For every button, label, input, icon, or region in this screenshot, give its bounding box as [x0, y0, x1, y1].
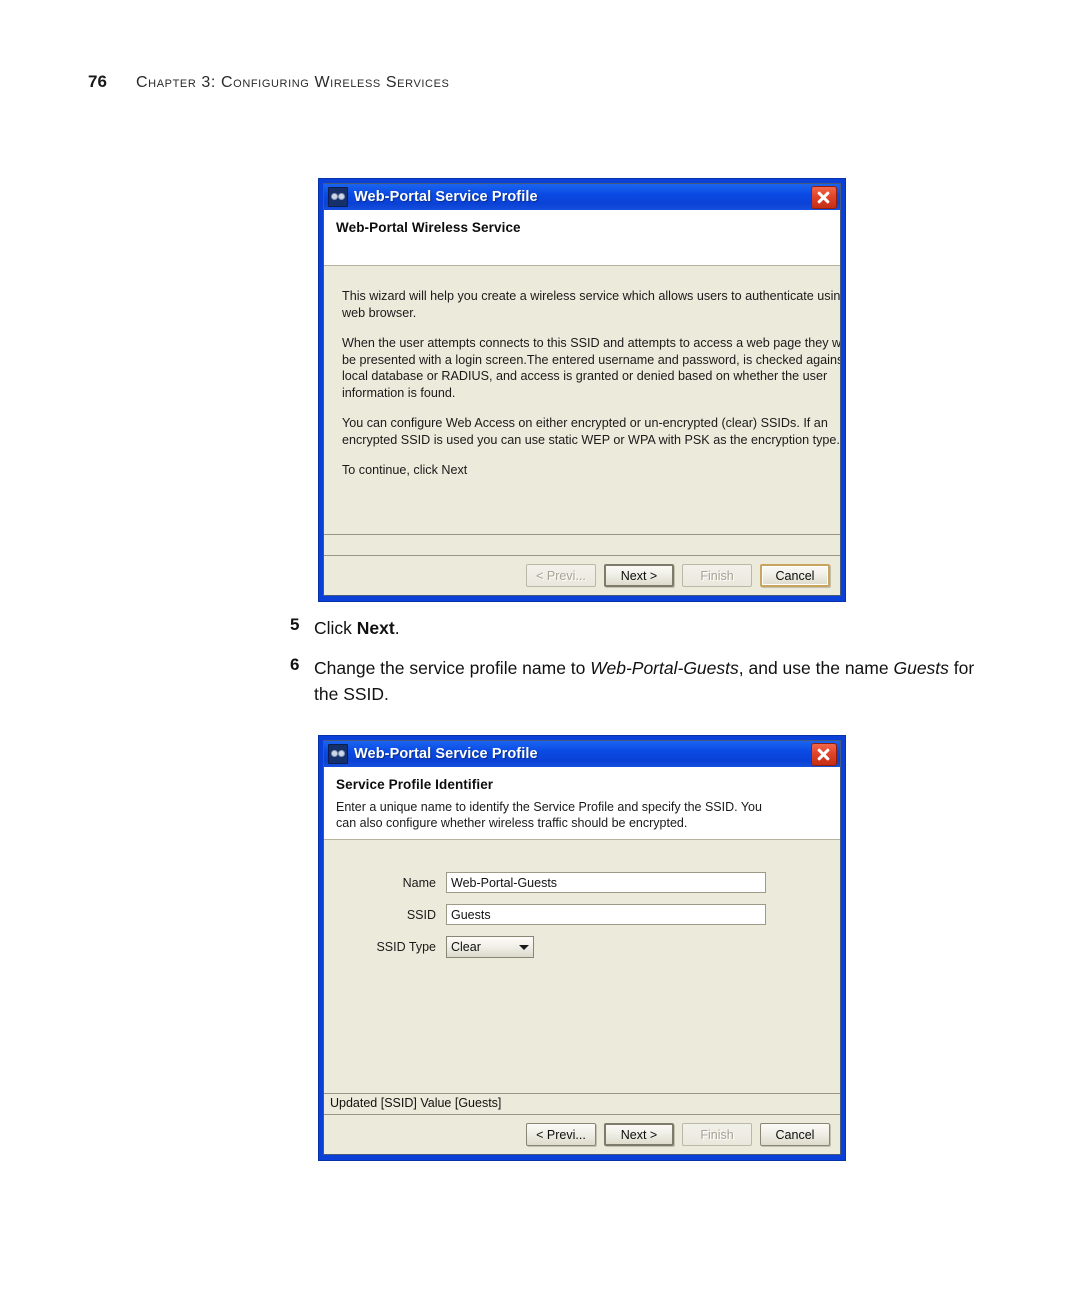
paragraph-line: You can configure Web Access on either e… [342, 416, 828, 430]
step-text: Click Next. [314, 615, 400, 641]
step-number: 6 [290, 655, 300, 674]
dialog1-body: This wizard will help you create a wirel… [324, 266, 840, 534]
form-row-name: Name Web-Portal-Guests [342, 872, 820, 893]
name-label: Name [402, 875, 436, 890]
dialog-service-profile-identifier: Web-Portal Service Profile Service Profi… [318, 735, 846, 1161]
ssid-label: SSID [406, 907, 436, 922]
next-button[interactable]: Next > [604, 1123, 674, 1146]
dialog2-header: Service Profile Identifier Enter a uniqu… [324, 767, 840, 840]
step-text-part: Click [314, 618, 357, 638]
chapter-header: Chapter 3: Configuring Wireless Services [136, 74, 450, 91]
dialog2-body: Name Web-Portal-Guests SSID Guests SSID … [324, 840, 840, 1093]
form-row-ssid: SSID Guests [342, 904, 820, 925]
dialog-inner-frame: Web-Portal Service Profile Web-Portal Wi… [323, 183, 841, 596]
paragraph-line: When the user attempts connects to this … [342, 336, 840, 350]
dialog-web-portal-wireless-service: Web-Portal Service Profile Web-Portal Wi… [318, 178, 846, 602]
dialog1-paragraph-1: This wizard will help you create a wirel… [342, 288, 840, 321]
binoculars-icon [328, 744, 348, 764]
paragraph-line: This wizard will help you create a wirel… [342, 289, 840, 303]
step-number: 5 [290, 615, 300, 634]
cancel-button[interactable]: Cancel [760, 564, 830, 587]
step-text-part: . [394, 618, 400, 638]
dialog2-heading: Service Profile Identifier [336, 777, 494, 792]
paragraph-line: To continue, click Next [342, 463, 468, 477]
paragraph-line: be presented with a login screen.The ent… [342, 352, 840, 367]
ssid-type-value: Clear [451, 940, 481, 954]
close-icon[interactable] [811, 742, 837, 766]
paragraph-line: encrypted SSID is used you can use stati… [342, 432, 840, 447]
dialog1-status-bar [324, 534, 840, 555]
previous-button[interactable]: < Previ... [526, 1123, 596, 1146]
binoculars-icon [328, 187, 348, 207]
step-item: 5 Click Next. [290, 615, 990, 641]
finish-button: Finish [682, 1123, 752, 1146]
paragraph-line: web browser. [342, 305, 417, 320]
dialog1-header: Web-Portal Wireless Service [324, 210, 840, 266]
step-text-part: Change the service profile name to [314, 658, 591, 678]
finish-button: Finish [682, 564, 752, 587]
close-icon[interactable] [811, 185, 837, 209]
dialog2-description: Enter a unique name to identify the Serv… [336, 799, 828, 831]
step-text-part: Next [356, 618, 395, 638]
instruction-steps: 5 Click Next. 6 Change the service profi… [290, 615, 990, 721]
step-text-part: Guests [893, 658, 949, 678]
dialog1-paragraph-4: To continue, click Next [342, 462, 820, 479]
description-line: Enter a unique name to identify the Serv… [336, 800, 762, 814]
ssid-type-select[interactable]: Clear [446, 936, 534, 958]
step-text-part: Web-Portal-Guests [590, 658, 739, 678]
dialog1-paragraph-2: When the user attempts connects to this … [342, 335, 840, 401]
step-text: Change the service profile name to Web-P… [314, 655, 990, 707]
dialog1-titlebar[interactable]: Web-Portal Service Profile [324, 184, 840, 210]
dialog1-title: Web-Portal Service Profile [354, 189, 538, 205]
running-head: 76 Chapter 3: Configuring Wireless Servi… [88, 72, 988, 92]
previous-button: < Previ... [526, 564, 596, 587]
dialog2-status-bar: Updated [SSID] Value [Guests] [324, 1093, 840, 1114]
cancel-button[interactable]: Cancel [760, 1123, 830, 1146]
dialog2-title: Web-Portal Service Profile [354, 746, 538, 762]
dialog-inner-frame: Web-Portal Service Profile Service Profi… [323, 740, 841, 1155]
ssid-input[interactable]: Guests [446, 904, 766, 925]
chevron-down-icon [519, 944, 529, 950]
dialog2-button-bar: < Previ... Next > Finish Cancel [324, 1114, 840, 1154]
ssid-type-label: SSID Type [376, 940, 436, 954]
dialog1-button-bar: < Previ... Next > Finish Cancel [324, 555, 840, 595]
next-button[interactable]: Next > [604, 564, 674, 587]
paragraph-line: information is found. [342, 385, 456, 400]
dialog1-heading: Web-Portal Wireless Service [336, 220, 521, 235]
description-line: can also configure whether wireless traf… [336, 816, 688, 830]
step-item: 6 Change the service profile name to Web… [290, 655, 990, 707]
step-text-part: , and use the name [738, 658, 894, 678]
page-number: 76 [88, 72, 107, 91]
paragraph-line: local database or RADIUS, and access is … [342, 369, 828, 383]
dialog1-paragraph-3: You can configure Web Access on either e… [342, 415, 840, 448]
service-profile-form: Name Web-Portal-Guests SSID Guests SSID … [342, 862, 820, 958]
name-input[interactable]: Web-Portal-Guests [446, 872, 766, 893]
dialog2-titlebar[interactable]: Web-Portal Service Profile [324, 741, 840, 767]
form-row-ssid-type: SSID Type Clear [342, 936, 820, 958]
